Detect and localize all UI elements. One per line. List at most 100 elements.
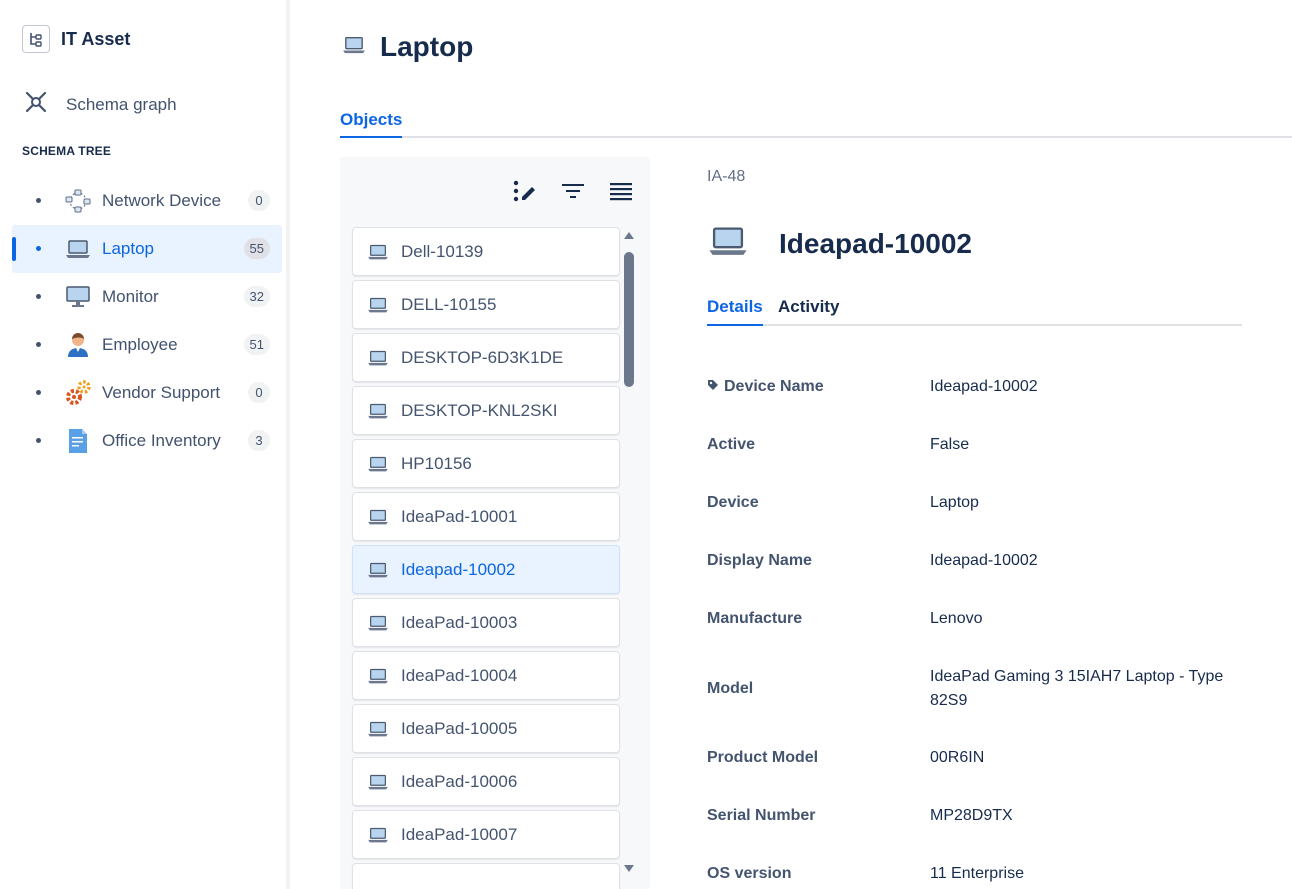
- bullet: [36, 294, 41, 299]
- object-item[interactable]: DESKTOP-KNL2SKI: [352, 386, 620, 435]
- attribute-value[interactable]: IdeaPad Gaming 3 15IAH7 Laptop - Type 82…: [930, 665, 1230, 713]
- tab-objects[interactable]: Objects: [340, 110, 403, 138]
- employee-icon: [63, 331, 93, 359]
- attribute-row: Device Name Ideapad-10002: [707, 360, 1247, 418]
- object-item[interactable]: IdeaPad-10006: [352, 757, 620, 806]
- object-label: HP10156: [401, 453, 472, 473]
- list-scrollbar[interactable]: [623, 232, 635, 872]
- attribute-label: Device Name: [707, 378, 930, 396]
- object-label: IdeaPad-10004: [401, 665, 518, 685]
- main-content: Laptop Objects Dell-10139 DELL-10155 DES…: [294, 0, 1292, 889]
- filter-button[interactable]: [558, 177, 588, 205]
- attribute-value[interactable]: 00R6IN: [930, 746, 1230, 770]
- object-item[interactable]: IdeaPad-10001: [352, 492, 620, 541]
- attribute-value[interactable]: 11 Enterprise: [930, 862, 1230, 886]
- list-view-icon: [610, 183, 632, 201]
- attribute-label: Device: [707, 494, 759, 511]
- app-header[interactable]: IT Asset: [22, 25, 130, 53]
- schema-graph-link[interactable]: Schema graph: [22, 89, 177, 120]
- count-badge: 55: [243, 238, 270, 259]
- laptop-icon: [365, 612, 391, 634]
- attribute-row: Active False: [707, 418, 1247, 476]
- object-label: IdeaPad-10007: [401, 824, 518, 844]
- tree-item-network-device[interactable]: Network Device 0: [12, 177, 282, 225]
- schema-graph-label: Schema graph: [66, 94, 177, 114]
- object-item-selected[interactable]: Ideapad-10002: [352, 545, 620, 594]
- object-list-panel: Dell-10139 DELL-10155 DESKTOP-6D3K1DE DE…: [340, 157, 650, 889]
- tab-details[interactable]: Details: [707, 297, 763, 326]
- monitor-icon: [63, 283, 93, 311]
- laptop-icon: [365, 771, 391, 793]
- object-title: Ideapad-10002: [779, 227, 972, 259]
- attribute-label: Serial Number: [707, 807, 816, 824]
- scroll-thumb[interactable]: [624, 252, 634, 387]
- laptop-icon: [365, 665, 391, 687]
- tree-item-employee[interactable]: Employee 51: [12, 321, 282, 369]
- scroll-down-arrow-icon[interactable]: [624, 865, 634, 872]
- object-item[interactable]: IdeaPad-10003: [352, 598, 620, 647]
- attribute-value[interactable]: Ideapad-10002: [930, 375, 1230, 399]
- attribute-row: OS version 11 Enterprise: [707, 847, 1247, 889]
- object-list: Dell-10139 DELL-10155 DESKTOP-6D3K1DE DE…: [352, 227, 620, 889]
- object-detail-panel: IA-48 Ideapad-10002 Details Activity Dev…: [707, 157, 1247, 889]
- object-item[interactable]: IdeaPad-10004: [352, 651, 620, 700]
- object-label: DESKTOP-KNL2SKI: [401, 400, 558, 420]
- attribute-value[interactable]: Laptop: [930, 491, 1230, 515]
- attribute-label: Manufacture: [707, 610, 803, 627]
- object-item[interactable]: DELL-10155: [352, 280, 620, 329]
- bullet: [36, 342, 41, 347]
- laptop-icon: [365, 347, 391, 369]
- object-item[interactable]: HP10156: [352, 439, 620, 488]
- attribute-value[interactable]: MP28D9TX: [930, 804, 1230, 828]
- count-badge: 0: [248, 190, 270, 211]
- attribute-label: OS version: [707, 865, 792, 882]
- count-badge: 51: [243, 334, 270, 355]
- attribute-label: Active: [707, 436, 756, 453]
- object-item-partial[interactable]: [352, 863, 620, 889]
- tree-item-office-inventory[interactable]: Office Inventory 3: [12, 417, 282, 465]
- list-view-button[interactable]: [606, 177, 636, 205]
- object-label: Ideapad-10002: [401, 559, 516, 579]
- tree-item-label: Employee: [102, 335, 178, 354]
- bulk-edit-icon: [513, 180, 535, 202]
- tree-item-label: Laptop: [102, 239, 154, 258]
- tree-item-monitor[interactable]: Monitor 32: [12, 273, 282, 321]
- tree-item-laptop[interactable]: Laptop 55: [12, 225, 282, 273]
- laptop-icon: [63, 235, 93, 263]
- object-item[interactable]: DESKTOP-6D3K1DE: [352, 333, 620, 382]
- tree-item-label: Office Inventory: [102, 431, 221, 450]
- bulk-edit-button[interactable]: [510, 177, 540, 205]
- document-icon: [63, 427, 93, 455]
- attribute-row: Device Laptop: [707, 476, 1247, 534]
- tag-icon: [707, 378, 719, 396]
- laptop-icon: [365, 718, 391, 740]
- tree-item-label: Vendor Support: [102, 383, 221, 402]
- scroll-up-arrow-icon[interactable]: [624, 232, 634, 239]
- attribute-label: Model: [707, 680, 754, 697]
- attribute-value[interactable]: Ideapad-10002: [930, 549, 1230, 573]
- tab-activity[interactable]: Activity: [778, 297, 839, 326]
- laptop-icon: [707, 224, 749, 263]
- laptop-icon: [365, 824, 391, 846]
- attribute-label: Display Name: [707, 552, 812, 569]
- object-item[interactable]: IdeaPad-10005: [352, 704, 620, 753]
- count-badge: 3: [248, 430, 270, 451]
- attribute-value[interactable]: Lenovo: [930, 607, 1230, 631]
- attribute-list: Device Name Ideapad-10002 Active False D…: [707, 360, 1247, 889]
- bullet: [36, 390, 41, 395]
- laptop-icon: [365, 559, 391, 581]
- object-item[interactable]: IdeaPad-10007: [352, 810, 620, 859]
- tree-item-label: Network Device: [102, 191, 222, 210]
- attribute-label-text: Device Name: [724, 378, 824, 395]
- attribute-row: Product Model 00R6IN: [707, 731, 1247, 789]
- bullet: [36, 198, 41, 203]
- attribute-value[interactable]: False: [930, 433, 1230, 457]
- sidebar: IT Asset Schema graph SCHEMA TREE Networ…: [0, 0, 290, 889]
- schema-tree-heading: SCHEMA TREE: [22, 144, 112, 158]
- page-tabs: Objects: [340, 110, 1292, 138]
- filter-icon: [562, 184, 584, 198]
- app-title: IT Asset: [61, 28, 131, 49]
- laptop-icon: [365, 241, 391, 263]
- tree-item-vendor-support[interactable]: Vendor Support 0: [12, 369, 282, 417]
- object-item[interactable]: Dell-10139: [352, 227, 620, 276]
